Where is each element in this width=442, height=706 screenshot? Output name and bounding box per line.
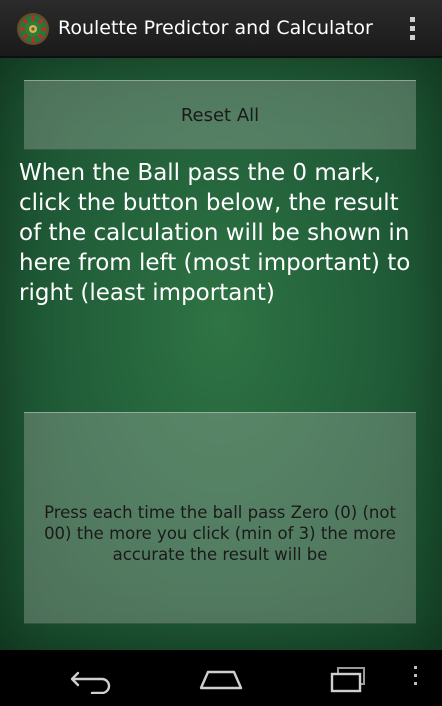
reset-all-button[interactable]: Reset All bbox=[24, 80, 416, 150]
press-zero-button[interactable]: Press each time the ball pass Zero (0) (… bbox=[24, 412, 416, 624]
screen: Roulette Predictor and Calculator Reset … bbox=[0, 0, 442, 706]
home-icon[interactable] bbox=[196, 664, 246, 694]
nav-overflow-icon[interactable] bbox=[412, 666, 418, 690]
content-area: Reset All When the Ball pass the 0 mark,… bbox=[0, 58, 442, 650]
press-zero-button-label: Press each time the ball pass Zero (0) (… bbox=[44, 502, 396, 564]
overflow-menu-icon[interactable] bbox=[408, 17, 416, 43]
app-title: Roulette Predictor and Calculator bbox=[58, 17, 373, 39]
instructions-text: When the Ball pass the 0 mark, click the… bbox=[19, 160, 411, 306]
roulette-wheel-icon[interactable] bbox=[16, 12, 50, 46]
back-icon[interactable] bbox=[68, 664, 118, 694]
navigation-bar bbox=[0, 650, 442, 706]
action-bar: Roulette Predictor and Calculator bbox=[0, 0, 442, 58]
recent-apps-icon[interactable] bbox=[324, 664, 374, 694]
